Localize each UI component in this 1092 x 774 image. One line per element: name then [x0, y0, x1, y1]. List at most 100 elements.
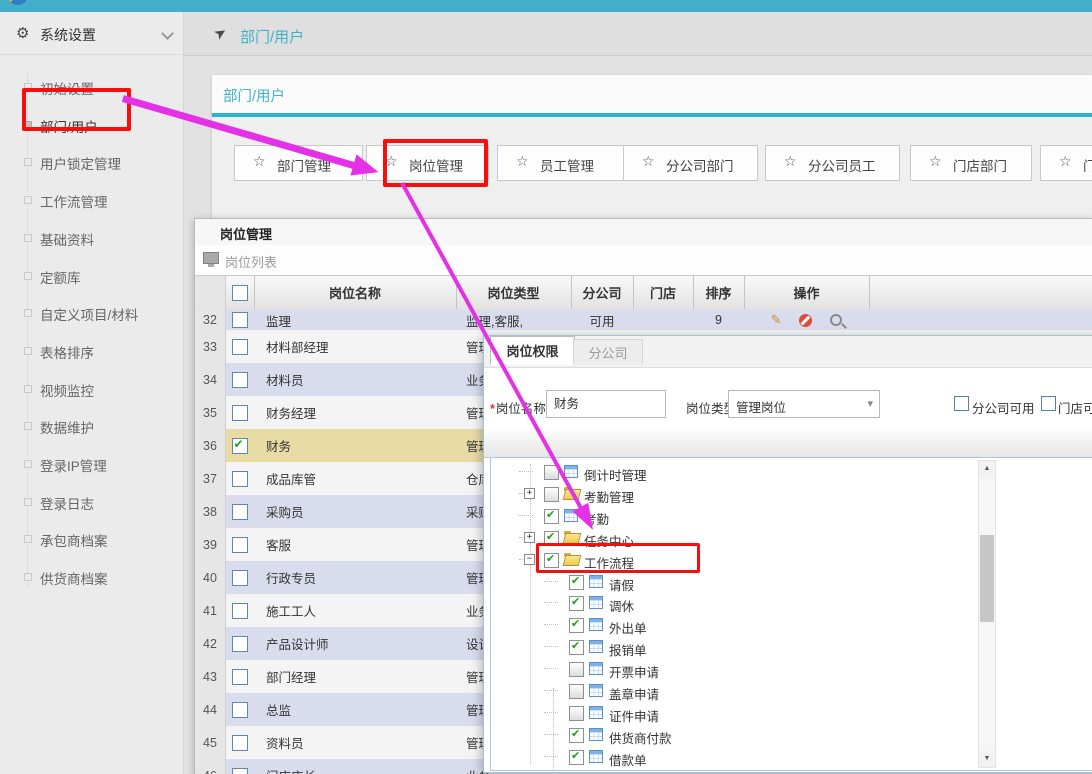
- scroll-down-icon[interactable]: ▼: [979, 751, 995, 767]
- table-icon: [589, 684, 603, 697]
- topbar-menu-item[interactable]: ▪预约管理: [592, 0, 651, 2]
- tree-checkbox[interactable]: [569, 618, 584, 633]
- sidebar-item-7[interactable]: 自定义项目/材料: [0, 295, 183, 331]
- tree-checkbox[interactable]: [569, 662, 584, 677]
- toolbar-button-3[interactable]: ☆员工管理: [497, 145, 625, 181]
- column-header-name[interactable]: 岗位名称: [254, 276, 457, 309]
- toolbar-button-6[interactable]: ☆门店部门: [910, 145, 1032, 181]
- tree-node-7[interactable]: 调休: [491, 592, 1092, 614]
- tree-collapse-icon[interactable]: −: [524, 554, 535, 565]
- sidebar-item-11[interactable]: 登录IP管理: [0, 446, 183, 482]
- row-checkbox[interactable]: [232, 702, 248, 718]
- toolbar-button-7[interactable]: ☆ 门店员工: [1040, 145, 1092, 181]
- column-header-op[interactable]: 操作: [744, 276, 870, 309]
- topbar-menu-item[interactable]: ▪设计报价: [490, 0, 549, 2]
- row-checkbox[interactable]: [232, 438, 248, 454]
- topbar-menu-item[interactable]: ▪运营分析: [920, 0, 979, 2]
- sidebar-item-3[interactable]: 用户锁定管理: [0, 144, 183, 180]
- tree-node-10[interactable]: 开票申请: [491, 658, 1092, 680]
- row-checkbox[interactable]: [232, 339, 248, 355]
- topbar-menu-item[interactable]: ▪售后管理: [796, 0, 855, 2]
- tree-checkbox[interactable]: [544, 509, 559, 524]
- tree-node-11[interactable]: 盖章申请: [491, 680, 1092, 702]
- topbar-menu-item[interactable]: ▪工作台: [300, 0, 346, 2]
- tree-node-13[interactable]: 供货商付款: [491, 724, 1092, 746]
- tree-checkbox[interactable]: [569, 728, 584, 743]
- column-header-store[interactable]: 门店: [633, 276, 694, 309]
- company-available-checkbox[interactable]: [954, 396, 969, 411]
- post-type-select[interactable]: 管理岗位 ▾: [728, 390, 880, 418]
- sidebar-item-4[interactable]: 工作流管理: [0, 182, 183, 218]
- tree-node-8[interactable]: 外出单: [491, 614, 1092, 636]
- column-header-sort[interactable]: 排序: [693, 276, 745, 309]
- post-name-cell: 总监: [254, 693, 456, 726]
- tree-checkbox[interactable]: [569, 684, 584, 699]
- view-icon[interactable]: [830, 314, 842, 326]
- tree-checkbox[interactable]: [569, 575, 584, 590]
- scroll-up-icon[interactable]: ▲: [979, 461, 995, 477]
- table-icon: [589, 618, 603, 631]
- edit-icon[interactable]: ✎: [771, 312, 782, 328]
- toolbar-button-label: 门店员工: [1083, 155, 1092, 175]
- row-checkbox[interactable]: [232, 669, 248, 685]
- tree-checkbox[interactable]: [569, 596, 584, 611]
- sidebar-item-6[interactable]: 定额库: [0, 258, 183, 294]
- sidebar-item-9[interactable]: 视频监控: [0, 371, 183, 407]
- tree-checkbox[interactable]: [569, 640, 584, 655]
- sidebar-item-label: 自定义项目/材料: [40, 304, 138, 324]
- tree-node-12[interactable]: 证件申请: [491, 702, 1092, 724]
- tree-checkbox[interactable]: [569, 750, 584, 765]
- select-all-checkbox[interactable]: [232, 285, 248, 301]
- column-header-company[interactable]: 分公司: [571, 276, 634, 309]
- operation-cell: ✎: [744, 310, 869, 330]
- star-icon: ☆: [1059, 153, 1072, 170]
- tree-checkbox[interactable]: [569, 706, 584, 721]
- sidebar-item-14[interactable]: 供货商档案: [0, 559, 183, 595]
- sidebar-item-12[interactable]: 登录日志: [0, 484, 183, 520]
- tree-node-label: 借款单: [609, 750, 647, 769]
- toolbar-button-4[interactable]: ☆分公司部门: [623, 145, 758, 181]
- sidebar-item-10[interactable]: 数据维护: [0, 408, 183, 444]
- row-checkbox[interactable]: [232, 372, 248, 388]
- row-checkbox[interactable]: [232, 471, 248, 487]
- tree-expand-icon[interactable]: +: [524, 488, 535, 499]
- tab-post-permissions[interactable]: 岗位权限: [490, 336, 575, 365]
- row-checkbox[interactable]: [232, 735, 248, 751]
- tab-branch-company[interactable]: 分公司: [573, 339, 643, 364]
- row-checkbox[interactable]: [232, 768, 248, 774]
- menu-item-label: 更多: [1049, 0, 1075, 1]
- delete-icon[interactable]: [799, 314, 812, 327]
- sidebar-header[interactable]: ⚙ 系统设置: [0, 12, 183, 55]
- topbar-menu-item[interactable]: ▪更多: [1042, 0, 1075, 2]
- sidebar-item-13[interactable]: 承包商档案: [0, 521, 183, 557]
- topbar-menu-item[interactable]: ▪生产管理: [694, 0, 753, 2]
- sidebar-item-label: 数据维护: [40, 417, 94, 437]
- tree-scrollbar[interactable]: ▲ ▼: [978, 460, 996, 768]
- tree-node-14[interactable]: 借款单: [491, 746, 1092, 768]
- tab-department-user[interactable]: 部门/用户: [223, 85, 285, 106]
- table-row-32[interactable]: 32监理监理,客服,可用9✎: [195, 310, 1092, 331]
- column-header-type[interactable]: 岗位类型: [456, 276, 572, 309]
- row-checkbox[interactable]: [232, 405, 248, 421]
- tree-node-2[interactable]: +考勤管理: [491, 483, 1092, 505]
- row-checkbox[interactable]: [232, 312, 248, 328]
- sidebar-item-8[interactable]: 表格排序: [0, 333, 183, 369]
- tree-node-9[interactable]: 报销单: [491, 636, 1092, 658]
- sidebar-item-5[interactable]: 基础资料: [0, 220, 183, 256]
- store-available-checkbox[interactable]: [1041, 396, 1056, 411]
- scrollbar-thumb[interactable]: [980, 535, 994, 622]
- row-checkbox[interactable]: [232, 603, 248, 619]
- tree-expand-icon[interactable]: +: [524, 532, 535, 543]
- toolbar-button-5[interactable]: ☆分公司员工: [765, 145, 900, 181]
- row-checkbox[interactable]: [232, 570, 248, 586]
- row-checkbox[interactable]: [232, 537, 248, 553]
- row-checkbox[interactable]: [232, 636, 248, 652]
- tree-checkbox[interactable]: [544, 487, 559, 502]
- tree-node-label: 供货商付款: [609, 728, 672, 747]
- post-name-input[interactable]: 财务: [546, 390, 666, 418]
- row-checkbox[interactable]: [232, 504, 248, 520]
- tree-node-1[interactable]: 倒计时管理: [491, 461, 1092, 483]
- tree-node-6[interactable]: 请假: [491, 571, 1092, 593]
- topbar-menu-item[interactable]: ▪营销管理: [385, 0, 444, 2]
- tree-node-label: 调休: [609, 596, 634, 615]
